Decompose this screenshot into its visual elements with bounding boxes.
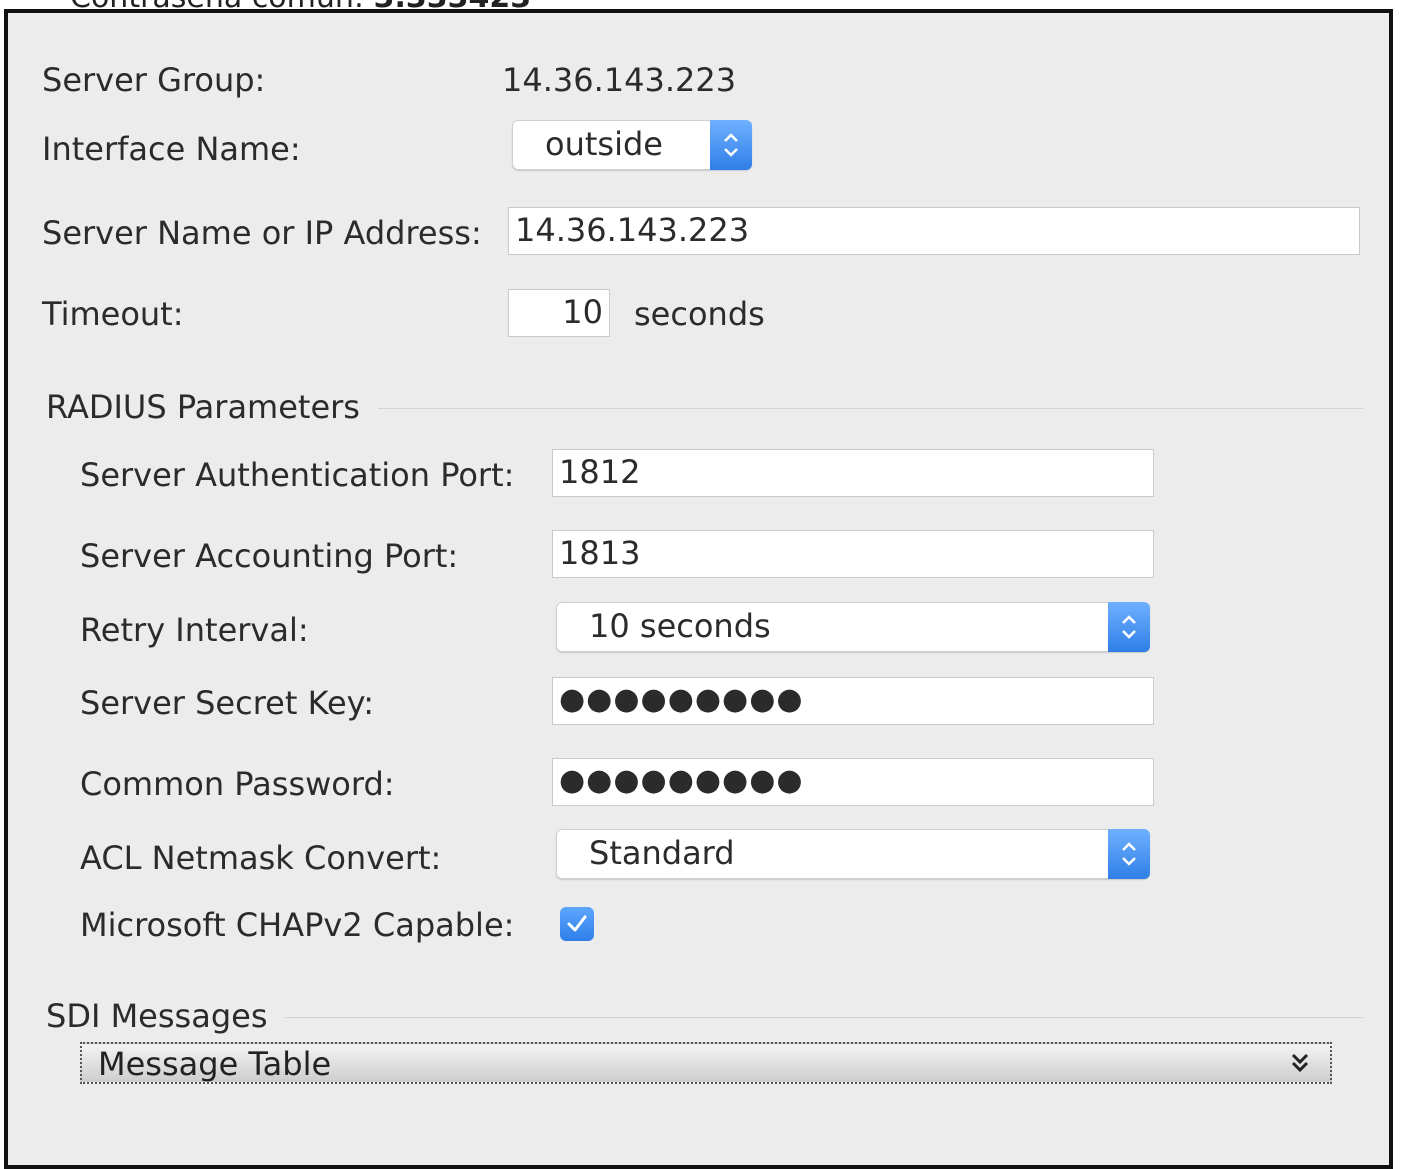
acl-netmask-value: Standard bbox=[589, 834, 735, 872]
interface-name-label: Interface Name: bbox=[42, 130, 301, 168]
sdi-section-header: SDI Messages bbox=[46, 996, 1363, 1036]
timeout-input[interactable]: 10 bbox=[508, 289, 610, 337]
radius-section-title: RADIUS Parameters bbox=[46, 387, 378, 427]
acct-port-input[interactable]: 1813 bbox=[552, 530, 1154, 578]
server-name-input[interactable]: 14.36.143.223 bbox=[508, 207, 1360, 255]
up-down-chevron-icon bbox=[1108, 602, 1150, 652]
message-table-label: Message Table bbox=[98, 1045, 332, 1083]
secret-key-input[interactable]: ●●●●●●●●● bbox=[552, 677, 1154, 725]
radius-section-header: RADIUS Parameters bbox=[46, 387, 1363, 427]
auth-port-input[interactable]: 1812 bbox=[552, 449, 1154, 497]
up-down-chevron-icon bbox=[710, 120, 752, 170]
common-password-input[interactable]: ●●●●●●●●● bbox=[552, 758, 1154, 806]
checkmark-icon bbox=[567, 915, 587, 932]
server-name-label: Server Name or IP Address: bbox=[42, 214, 482, 252]
retry-interval-label: Retry Interval: bbox=[80, 611, 309, 649]
timeout-unit: seconds bbox=[634, 295, 765, 333]
up-down-chevron-icon bbox=[1108, 829, 1150, 879]
common-password-label: Common Password: bbox=[80, 765, 395, 803]
secret-key-label: Server Secret Key: bbox=[80, 684, 375, 722]
double-chevron-down-icon bbox=[1291, 1053, 1309, 1073]
sdi-section-title: SDI Messages bbox=[46, 996, 286, 1036]
interface-name-value: outside bbox=[545, 125, 663, 163]
mschap-label: Microsoft CHAPv2 Capable: bbox=[80, 906, 515, 944]
acl-netmask-select[interactable]: Standard bbox=[556, 829, 1150, 879]
timeout-label: Timeout: bbox=[42, 295, 184, 333]
auth-port-label: Server Authentication Port: bbox=[80, 456, 515, 494]
interface-name-select[interactable]: outside bbox=[512, 120, 752, 170]
aaa-server-dialog: Server Group: 14.36.143.223 Interface Na… bbox=[4, 9, 1393, 1169]
acct-port-label: Server Accounting Port: bbox=[80, 537, 459, 575]
retry-interval-value: 10 seconds bbox=[589, 607, 771, 645]
message-table-toggle[interactable]: Message Table bbox=[80, 1042, 1332, 1084]
mschap-checkbox[interactable] bbox=[560, 907, 594, 941]
acl-netmask-label: ACL Netmask Convert: bbox=[80, 839, 442, 877]
server-group-value: 14.36.143.223 bbox=[502, 61, 737, 99]
retry-interval-select[interactable]: 10 seconds bbox=[556, 602, 1150, 652]
server-group-label: Server Group: bbox=[42, 61, 266, 99]
